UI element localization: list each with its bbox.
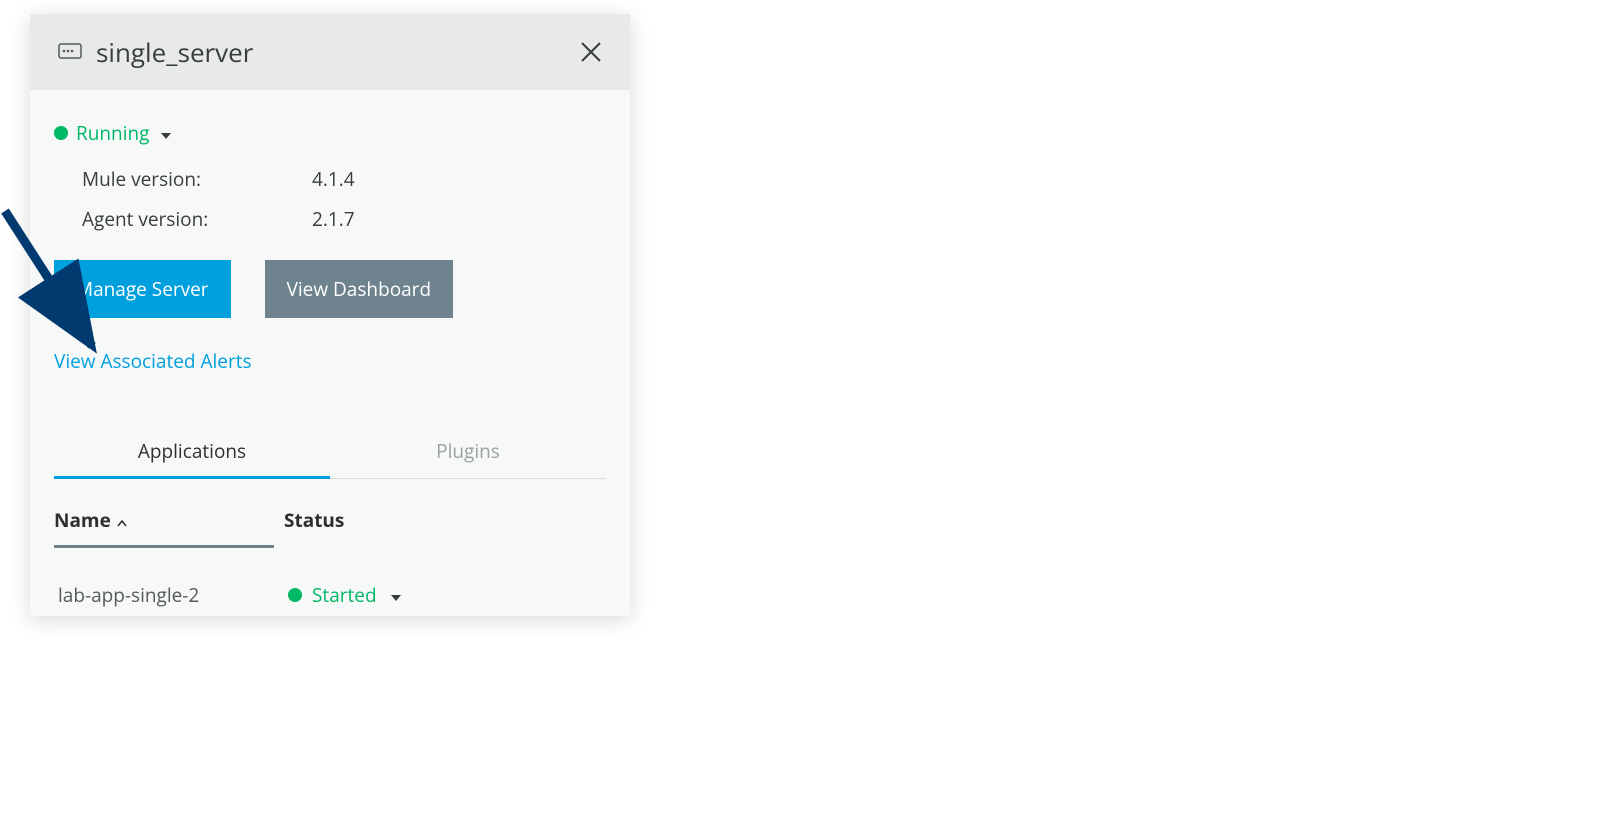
agent-version-row: Agent version: 2.1.7	[82, 206, 606, 232]
status-indicator-icon	[54, 126, 68, 140]
app-name: lab-app-single-2	[58, 582, 288, 608]
view-dashboard-button[interactable]: View Dashboard	[265, 260, 454, 318]
close-icon	[580, 41, 602, 63]
app-status-label: Started	[312, 582, 377, 608]
panel-header: single_server	[30, 14, 630, 90]
column-header-status[interactable]: Status	[284, 507, 344, 533]
action-buttons: Manage Server View Dashboard	[54, 260, 606, 318]
chevron-down-icon	[161, 122, 171, 144]
mule-version-value: 4.1.4	[312, 166, 355, 192]
agent-version-value: 2.1.7	[312, 206, 355, 232]
mule-version-row: Mule version: 4.1.4	[82, 166, 606, 192]
panel-body: Running Mule version: 4.1.4 Agent versio…	[30, 90, 630, 616]
manage-server-button[interactable]: Manage Server	[54, 260, 231, 318]
table-header: Name Status	[54, 507, 606, 545]
sort-indicator	[54, 545, 274, 548]
table-row[interactable]: lab-app-single-2 Started	[54, 572, 606, 616]
agent-version-label: Agent version:	[82, 206, 312, 232]
panel-title: single_server	[96, 34, 253, 70]
tab-applications[interactable]: Applications	[54, 424, 330, 478]
status-indicator-icon	[288, 588, 302, 602]
status-dropdown[interactable]: Running	[54, 120, 606, 146]
sort-ascending-icon	[117, 507, 127, 533]
close-button[interactable]	[580, 41, 602, 63]
view-alerts-link[interactable]: View Associated Alerts	[54, 348, 252, 374]
tabs: Applications Plugins	[54, 424, 606, 479]
app-status-dropdown[interactable]: Started	[288, 582, 401, 608]
tab-plugins[interactable]: Plugins	[330, 424, 606, 478]
server-icon	[58, 43, 82, 61]
column-header-name[interactable]: Name	[54, 507, 284, 533]
chevron-down-icon	[391, 584, 401, 606]
server-detail-panel: single_server Running Mule version: 4.1.…	[30, 14, 630, 616]
status-label: Running	[76, 120, 149, 146]
column-header-name-label: Name	[54, 507, 111, 533]
server-info: Mule version: 4.1.4 Agent version: 2.1.7	[82, 166, 606, 232]
mule-version-label: Mule version:	[82, 166, 312, 192]
